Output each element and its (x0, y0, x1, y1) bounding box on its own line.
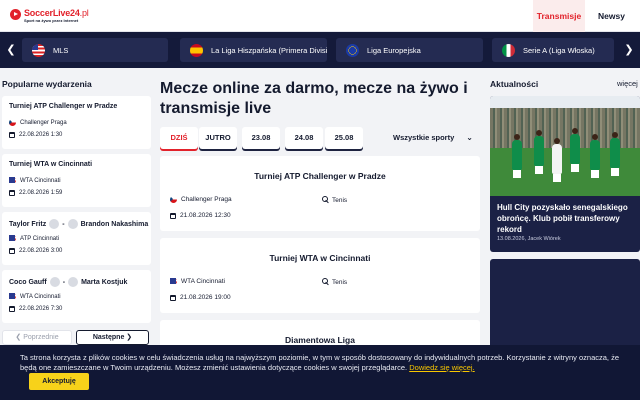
event-title: Turniej ATP Challenger w Pradze (9, 103, 118, 110)
spain-flag-icon (190, 43, 203, 57)
day-tab-tomorrow[interactable]: JUTRO (199, 127, 237, 149)
play-icon (10, 9, 21, 20)
news-photo (490, 96, 640, 196)
day-tab-date[interactable]: 24.08 (285, 127, 323, 149)
sport-filter-select[interactable]: Wszystkie sporty ⌄ (393, 127, 473, 149)
team-shield-icon (68, 277, 79, 287)
event-title: Turniej WTA w Cincinnati (9, 161, 93, 168)
player-one: Coco Gauff (9, 278, 47, 286)
day-tab-date[interactable]: 25.08 (325, 127, 363, 149)
match-card[interactable]: Turniej WTA w Cincinnati WTA Cincinnati … (160, 238, 480, 313)
matchup-separator: - (62, 220, 65, 228)
chevron-left-icon[interactable]: ❮ (0, 32, 22, 68)
popular-event-card[interactable]: Turniej WTA w Cincinnati WTA Cincinnati … (2, 154, 151, 207)
match-card[interactable]: Turniej ATP Challenger w Pradze Challeng… (160, 156, 480, 231)
calendar-icon (9, 248, 15, 254)
page-title: Mecze online za darmo, mecze na żywo i t… (160, 80, 468, 117)
featured-news-card[interactable]: Hull City pozyskało senegalskiego obrońc… (490, 96, 640, 252)
match-title: Turniej ATP Challenger w Pradze (254, 171, 386, 181)
czech-flag-icon (9, 119, 16, 126)
event-tournament: WTA Cincinnati (20, 177, 61, 184)
news-section-title: Aktualności (490, 79, 539, 89)
popular-event-card[interactable]: Coco Gauff - Marta Kostjuk WTA Cincinnati … (2, 270, 151, 323)
news-headline: Hull City pozyskało senegalskiego obrońc… (497, 203, 628, 234)
player-one: Taylor Fritz (9, 220, 47, 228)
event-tournament: Challenger Praga (20, 119, 67, 126)
event-date: 22.08.2026 1:59 (19, 190, 63, 196)
league-label: Serie A (Liga Włoska) (523, 45, 595, 55)
nav-newsy[interactable]: Newsy (598, 0, 625, 32)
event-date: 22.08.2026 1:30 (19, 132, 63, 138)
league-label: La Liga Hiszpańska (Primera Division) (211, 45, 327, 55)
chevron-right-icon[interactable]: ❯ (618, 32, 640, 68)
match-title: Diamentowa Liga (285, 335, 355, 345)
player-two: Brandon Nakashima (80, 220, 149, 228)
us-flag-icon (9, 293, 16, 300)
news-more-link[interactable]: więcej (617, 79, 638, 88)
us-flag-icon (9, 235, 16, 242)
us-flag-icon (170, 278, 177, 285)
nav-transmisje[interactable]: Transmisje (533, 0, 585, 32)
logo-tagline: Sport na żywo przez Internet (24, 18, 79, 23)
site-logo[interactable]: SoccerLive24.pl Sport na żywo przez Inte… (10, 8, 89, 24)
matchup-separator: - (62, 278, 66, 286)
match-datetime: 21.08.2026 19:00 (180, 294, 231, 301)
accept-cookies-button[interactable]: Akceptuję (29, 373, 89, 390)
us-flag-icon (32, 43, 45, 57)
event-date: 22.08.2026 3:00 (19, 248, 63, 254)
event-date: 22.08.2026 7:30 (19, 306, 63, 312)
event-tournament: ATP Cincinnati (20, 235, 60, 242)
team-shield-icon (49, 277, 60, 287)
league-chip-europa[interactable]: Liga Europejska (336, 38, 483, 62)
match-sport: Tenis (332, 196, 348, 204)
calendar-icon (9, 306, 15, 312)
cookie-text: Ta strona korzysta z plików cookies w ce… (20, 353, 620, 372)
match-tournament: WTA Cincinnati (181, 278, 225, 285)
next-button[interactable]: Następne ❯ (76, 330, 149, 345)
tennis-icon (321, 196, 329, 204)
chevron-right-icon: ❯ (124, 334, 133, 341)
event-matchup: Taylor Fritz - Brandon Nakashima (9, 219, 148, 229)
league-label: MLS (53, 45, 69, 55)
popular-event-card[interactable]: Turniej ATP Challenger w Pradze Challeng… (2, 96, 151, 149)
czech-flag-icon (170, 196, 177, 203)
player-two: Marta Kostjuk (81, 278, 128, 286)
calendar-icon (170, 212, 176, 219)
tennis-icon (321, 278, 329, 286)
cookie-banner: Ta strona korzysta z plików cookies w ce… (0, 345, 640, 400)
calendar-icon (170, 294, 176, 301)
team-shield-icon (67, 219, 78, 229)
eu-flag-icon (346, 43, 359, 57)
match-title: Turniej WTA w Cincinnati (269, 253, 371, 263)
cookie-learn-more-link[interactable]: Dowiedz się więcej. (409, 363, 474, 372)
match-datetime: 21.08.2026 12:30 (180, 212, 231, 219)
event-tournament: WTA Cincinnati (20, 293, 61, 300)
logo-suffix: .pl (79, 8, 89, 18)
sport-filter-value: Wszystkie sporty (393, 133, 455, 142)
event-matchup: Coco Gauff - Marta Kostjuk (9, 277, 127, 287)
league-label: Liga Europejska (367, 45, 421, 55)
logo-name: SoccerLive24 (24, 8, 80, 18)
site-header: SoccerLive24.pl Sport na żywo przez Inte… (0, 0, 640, 32)
calendar-icon (9, 132, 15, 138)
match-tournament: Challenger Praga (181, 196, 232, 203)
league-chip-mls[interactable]: MLS (22, 38, 168, 62)
day-tab-today[interactable]: DZIŚ (160, 127, 198, 149)
league-carousel: ❮ MLS La Liga Hiszpańska (Primera Divisi… (0, 32, 640, 68)
calendar-icon (9, 190, 15, 196)
popular-events-title: Popularne wydarzenia (2, 79, 92, 89)
league-chip-la-liga[interactable]: La Liga Hiszpańska (Primera Division) (180, 38, 327, 62)
news-meta: 13.08.2026, Jacek Wiórek (497, 236, 561, 242)
league-chip-serie-a[interactable]: Serie A (Liga Włoska) (492, 38, 614, 62)
previous-button[interactable]: ❮ Poprzednie (2, 330, 72, 345)
chevron-down-icon: ⌄ (466, 133, 473, 142)
match-sport: Tenis (332, 278, 348, 286)
popular-event-card[interactable]: Taylor Fritz - Brandon Nakashima ATP Cinci… (2, 212, 151, 265)
team-shield-icon (49, 219, 60, 229)
day-tab-date[interactable]: 23.08 (242, 127, 280, 149)
italy-flag-icon (502, 43, 515, 57)
us-flag-icon (9, 177, 16, 184)
